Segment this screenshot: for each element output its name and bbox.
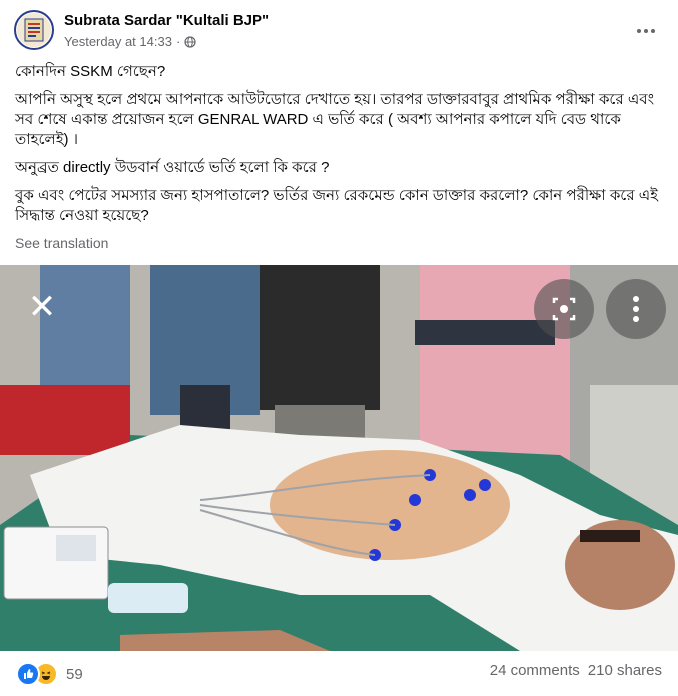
like-reaction-icon [16, 662, 40, 686]
see-translation-link[interactable]: See translation [15, 235, 108, 251]
reactions-summary[interactable]: 59 [16, 662, 83, 686]
author-name[interactable]: Subrata Sardar "Kultali BJP" [64, 12, 269, 29]
lens-glyph [552, 297, 576, 321]
vertical-more-icon[interactable] [606, 279, 666, 339]
reaction-count: 59 [66, 665, 83, 683]
comments-count[interactable]: 24 comments [490, 662, 580, 679]
lens-icon[interactable] [534, 279, 594, 339]
post-paragraph: আপনি অসুস্থ হলে প্রথমে আপনাকে আউটডোরে দে… [15, 91, 655, 148]
post-timestamp[interactable]: Yesterday at 14:33 [64, 34, 172, 49]
shares-count[interactable]: 210 shares [588, 662, 662, 679]
vertical-more-glyph [633, 296, 639, 322]
globe-icon[interactable] [184, 35, 196, 48]
meta-separator: · [175, 34, 181, 49]
post-meta: Yesterday at 14:33 · [64, 34, 196, 49]
close-icon[interactable]: ✕ [22, 287, 62, 327]
post-paragraph: বুক এবং পেটের সমস্যার জন্য হাসপাতালে? ভর… [15, 187, 658, 224]
post-header: Subrata Sardar "Kultali BJP" Yesterday a… [0, 0, 678, 58]
post-paragraph: কোনদিন SSKM গেছেন? [15, 63, 166, 80]
avatar[interactable] [14, 10, 54, 50]
more-options-icon[interactable] [636, 18, 656, 39]
more-dots [637, 29, 655, 33]
post-photo[interactable]: ✕ [0, 265, 678, 651]
thumbs-up-glyph [24, 669, 34, 679]
engagement-stats: 24 comments 210 shares [490, 662, 662, 679]
avatar-image [17, 13, 51, 47]
post-body: কোনদিন SSKM গেছেন? আপনি অসুস্থ হলে প্রথম… [15, 62, 665, 234]
post-paragraph: অনুব্রত directly উডবার্ন ওয়ার্ডে ভর্তি … [15, 159, 330, 176]
post-footer: 59 24 comments 210 shares [0, 662, 678, 696]
haha-face-glyph [41, 671, 51, 680]
